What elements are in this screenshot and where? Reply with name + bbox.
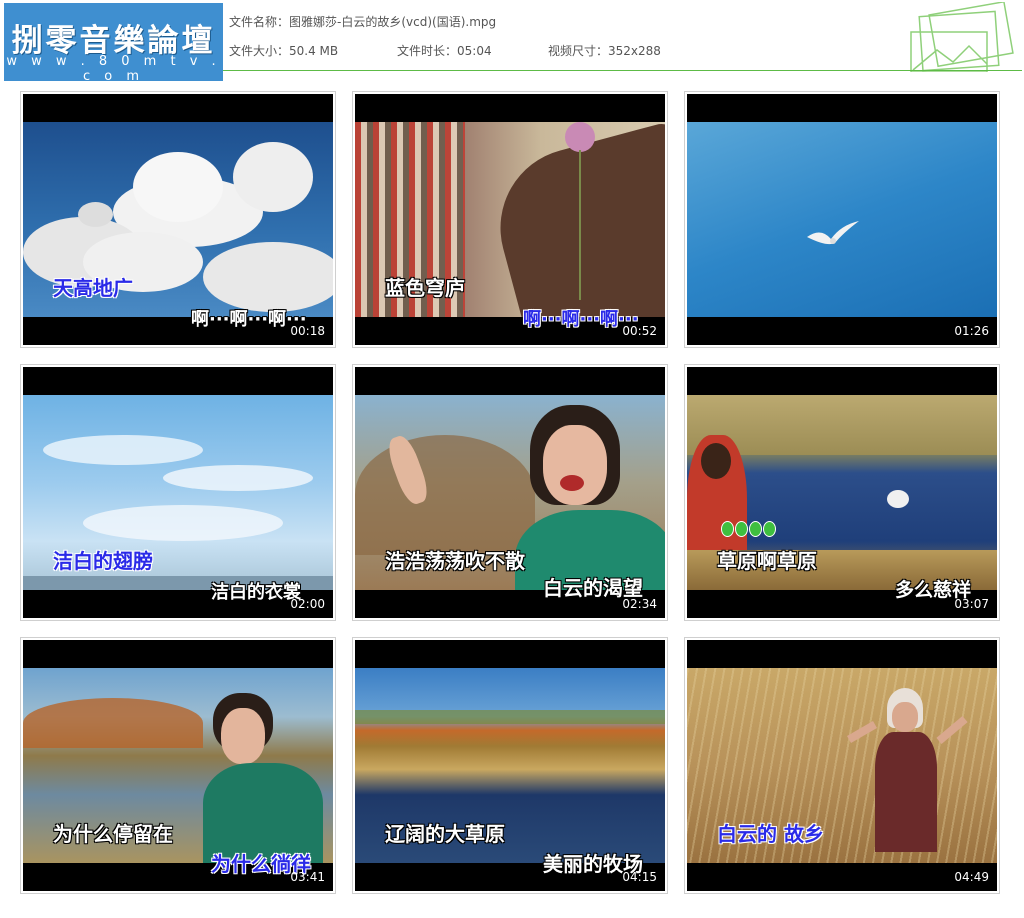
forum-logo: 捌零音樂論壇 w w w . 8 0 m t v . c o m bbox=[4, 3, 223, 84]
lyric-line-2: 洁白的衣裳 bbox=[211, 582, 301, 603]
timestamp: 04:49 bbox=[954, 870, 989, 884]
duration-value: 05:04 bbox=[457, 44, 492, 58]
thumbnail-2[interactable]: 蓝色穹庐 啊···啊···啊··· 00:52 bbox=[352, 91, 668, 348]
lyric-line-1: 为什么停留在 bbox=[53, 822, 173, 846]
karaoke-dot-icon bbox=[735, 521, 748, 537]
lyric-line-1: 天高地广 bbox=[53, 276, 133, 300]
file-size-row: 文件大小：50.4 MB bbox=[229, 42, 338, 59]
lyric-line-2: 啊···啊···啊··· bbox=[191, 309, 307, 330]
timestamp: 00:52 bbox=[622, 324, 657, 338]
resolution-row: 视频尺寸：352x288 bbox=[548, 42, 661, 59]
file-size-label: 文件大小： bbox=[229, 44, 290, 58]
karaoke-dot-icon bbox=[721, 521, 734, 537]
thumbnail-6[interactable]: 草原啊草原 多么慈祥 03:07 bbox=[684, 364, 1000, 621]
thumbnail-3[interactable]: 01:26 bbox=[684, 91, 1000, 348]
timestamp: 02:00 bbox=[290, 597, 325, 611]
lyric-line-1: 辽阔的大草原 bbox=[385, 822, 505, 846]
picture-frames-icon bbox=[910, 2, 1014, 72]
seagull-icon bbox=[807, 221, 859, 245]
timestamp: 03:41 bbox=[290, 870, 325, 884]
file-name-row: 文件名称：图雅娜莎-白云的故乡(vcd)(国语).mpg bbox=[229, 13, 496, 30]
thumbnail-7[interactable]: 为什么停留在 为什么徜徉 03:41 bbox=[20, 637, 336, 894]
file-name-value: 图雅娜莎-白云的故乡(vcd)(国语).mpg bbox=[289, 15, 497, 29]
logo-url: w w w . 8 0 m t v . c o m bbox=[6, 54, 221, 84]
thumbnail-8[interactable]: 辽阔的大草原 美丽的牧场 04:15 bbox=[352, 637, 668, 894]
lyric-line-1: 白云的 故乡 bbox=[717, 822, 824, 846]
file-size-value: 50.4 MB bbox=[289, 44, 339, 58]
resolution-value: 352x288 bbox=[608, 44, 661, 58]
thumbnail-5[interactable]: 浩浩荡荡吹不散 白云的渴望 02:34 bbox=[352, 364, 668, 621]
lyric-line-1: 浩浩荡荡吹不散 bbox=[385, 549, 525, 573]
duration-label: 文件时长： bbox=[397, 44, 458, 58]
duration-row: 文件时长：05:04 bbox=[397, 42, 492, 59]
lyric-line-1: 洁白的翅膀 bbox=[53, 549, 153, 573]
timestamp: 04:15 bbox=[622, 870, 657, 884]
thumbnail-1[interactable]: 天高地广 啊···啊···啊··· 00:18 bbox=[20, 91, 336, 348]
timestamp: 01:26 bbox=[954, 324, 989, 338]
timestamp: 02:34 bbox=[622, 597, 657, 611]
thumbnail-9[interactable]: 白云的 故乡 04:49 bbox=[684, 637, 1000, 894]
karaoke-dot-icon bbox=[749, 521, 762, 537]
lyric-line-2: 啊···啊···啊··· bbox=[523, 309, 639, 330]
lyric-line-1: 草原啊草原 bbox=[717, 549, 817, 573]
karaoke-dot-icon bbox=[763, 521, 776, 537]
file-name-label: 文件名称： bbox=[229, 15, 290, 29]
lyric-line-1: 蓝色穹庐 bbox=[385, 276, 465, 300]
header-divider bbox=[223, 70, 1022, 71]
timestamp: 00:18 bbox=[290, 324, 325, 338]
timestamp: 03:07 bbox=[954, 597, 989, 611]
resolution-label: 视频尺寸： bbox=[548, 44, 609, 58]
thumbnail-4[interactable]: 洁白的翅膀 洁白的衣裳 02:00 bbox=[20, 364, 336, 621]
